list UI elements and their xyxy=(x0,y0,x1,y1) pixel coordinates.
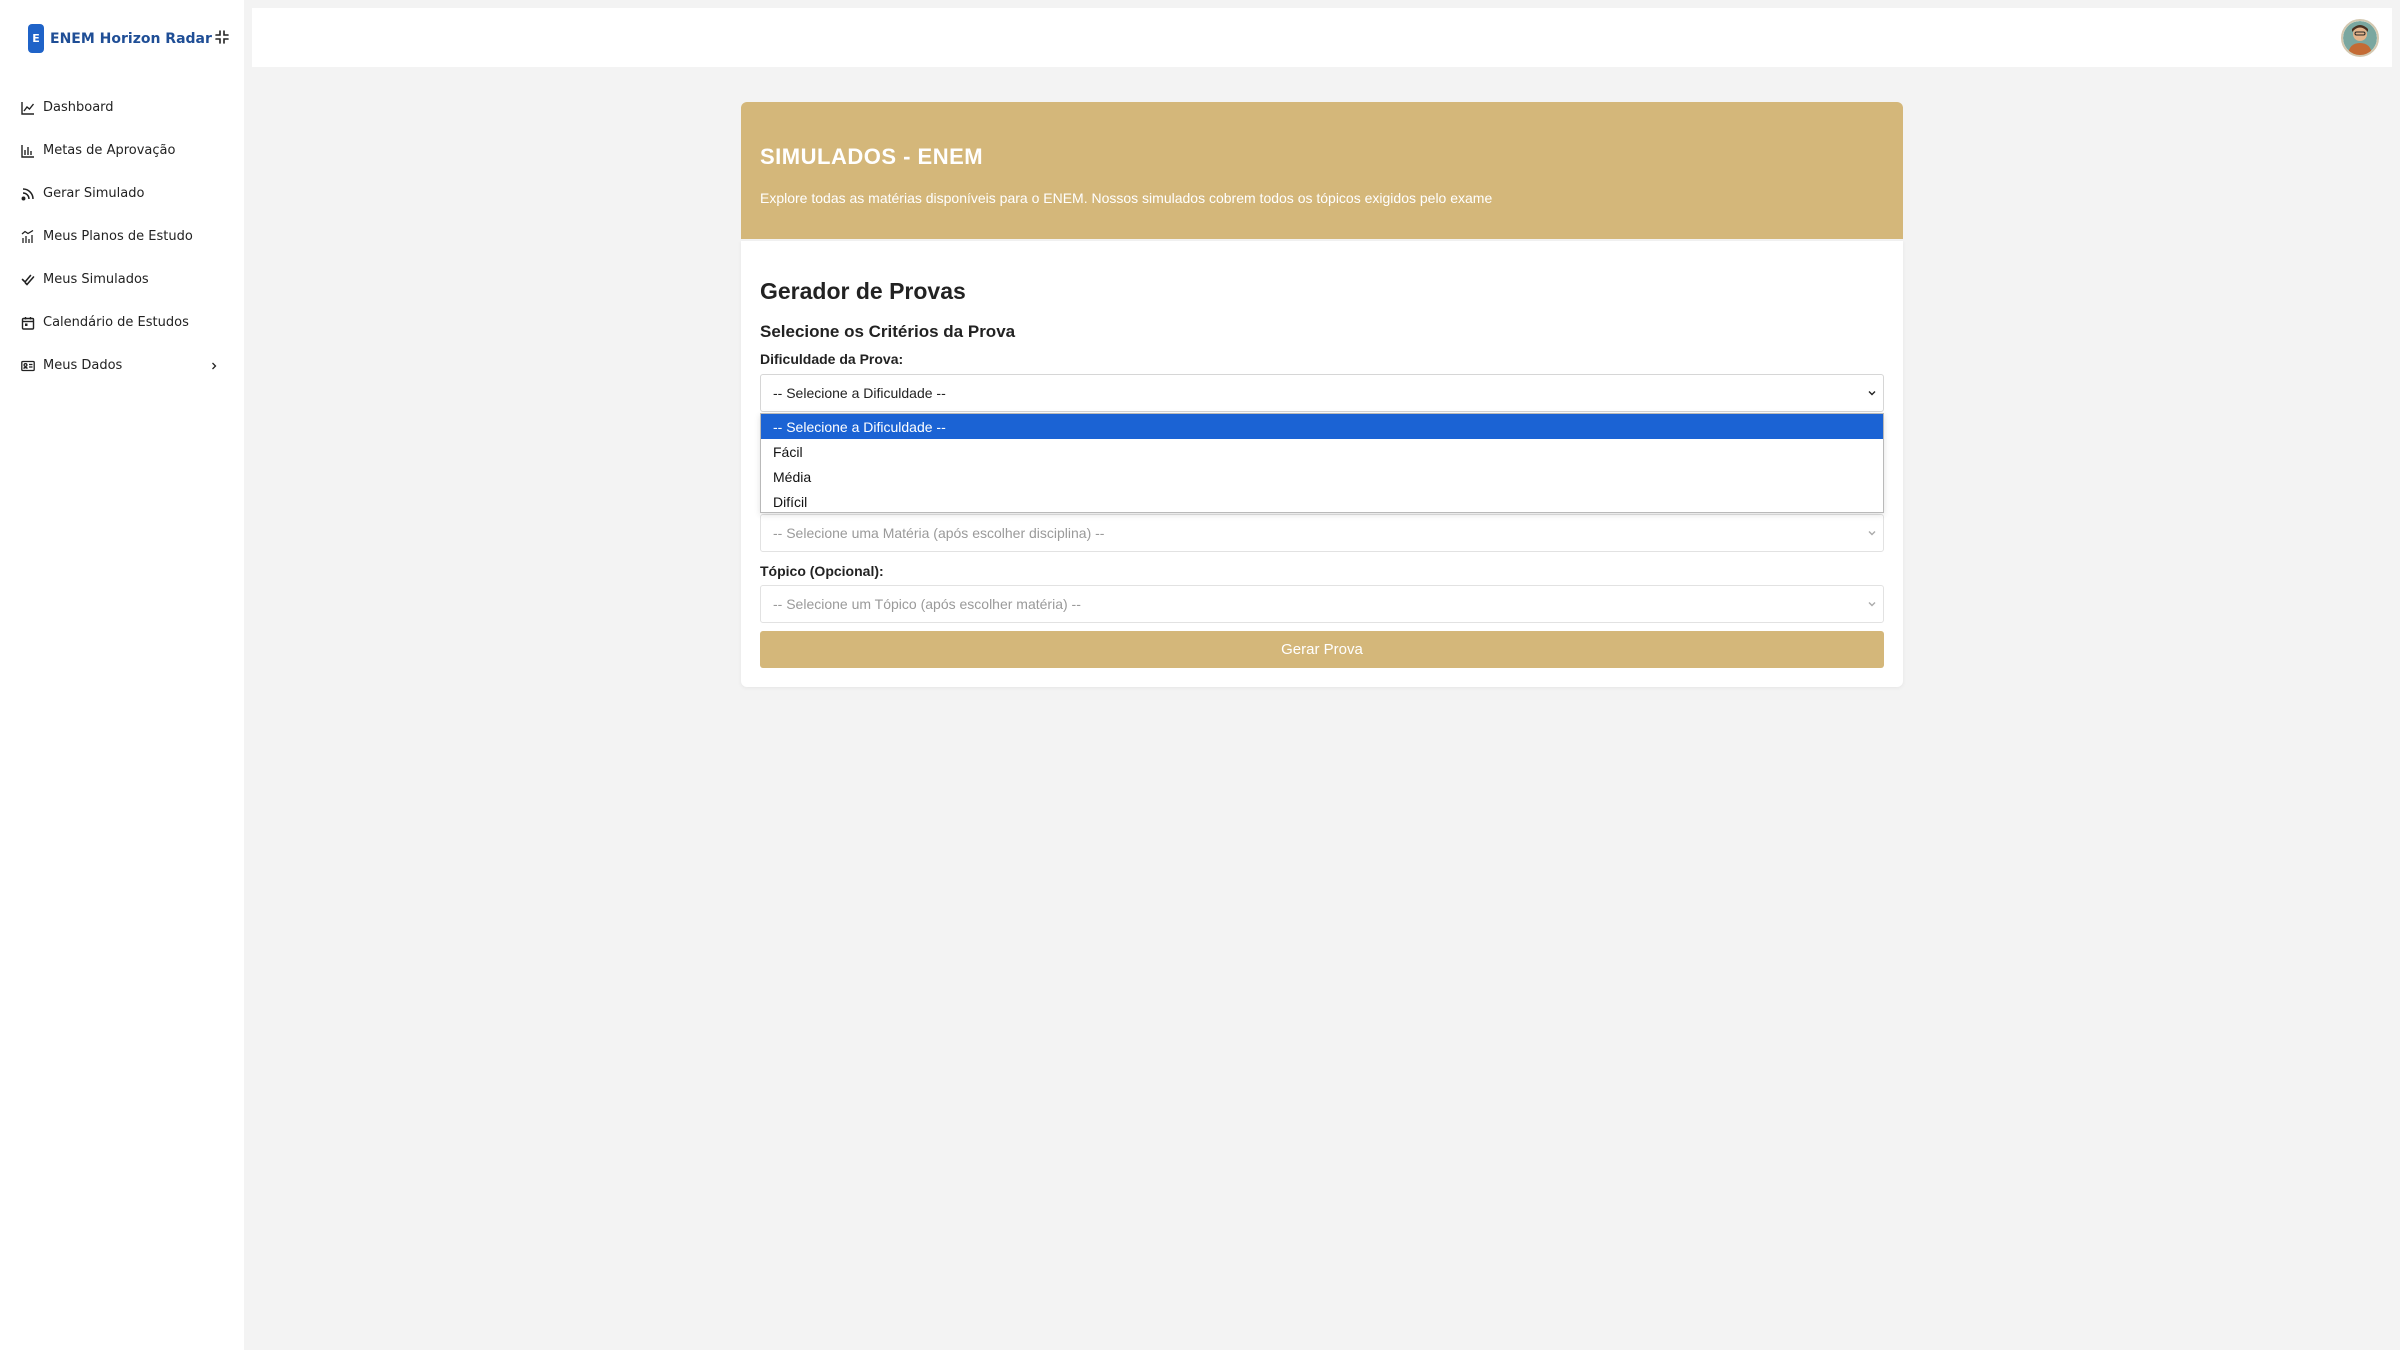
sidebar-item-label: Calendário de Estudos xyxy=(43,315,189,330)
hero-title: SIMULADOS - ENEM xyxy=(760,144,984,169)
sidebar-item-calendario-de-estudos[interactable]: Calendário de Estudos xyxy=(0,301,244,344)
chevron-down-icon xyxy=(1867,515,1877,551)
criteria-heading: Selecione os Critérios da Prova xyxy=(760,322,1016,341)
sidebar-item-label: Gerar Simulado xyxy=(43,186,145,201)
difficulty-option[interactable]: -- Selecione a Dificuldade -- xyxy=(761,414,1883,439)
chevron-down-icon xyxy=(1867,586,1877,622)
sidebar-item-metas-de-aprovacao[interactable]: Metas de Aprovação xyxy=(0,129,244,172)
sidebar-nav: Dashboard Metas de Aprovação Gerar Simul… xyxy=(0,86,244,387)
calendar-icon xyxy=(21,316,35,330)
chevron-down-icon xyxy=(1867,375,1877,411)
sidebar-item-label: Meus Dados xyxy=(43,358,123,373)
topic-select-value: -- Selecione um Tópico (após escolher ma… xyxy=(773,596,1081,612)
difficulty-select[interactable]: -- Selecione a Dificuldade -- xyxy=(760,374,1884,412)
bar-chart-icon xyxy=(21,144,35,158)
id-card-icon xyxy=(21,359,35,373)
collapse-sidebar-button[interactable] xyxy=(212,26,232,48)
topic-select: -- Selecione um Tópico (após escolher ma… xyxy=(760,585,1884,623)
topic-label: Tópico (Opcional): xyxy=(760,563,884,579)
difficulty-select-value: -- Selecione a Dificuldade -- xyxy=(773,385,946,401)
chart-mixed-icon xyxy=(21,229,35,244)
double-check-icon xyxy=(21,273,35,287)
brand-logo[interactable]: E ENEM Horizon Radar xyxy=(28,24,212,53)
generate-exam-button[interactable]: Gerar Prova xyxy=(760,631,1884,668)
sidebar-item-meus-dados[interactable]: Meus Dados xyxy=(0,344,244,387)
difficulty-option[interactable]: Difícil xyxy=(761,489,1883,514)
sidebar-item-label: Metas de Aprovação xyxy=(43,143,176,158)
difficulty-dropdown-list: -- Selecione a Dificuldade -- Fácil Médi… xyxy=(760,413,1884,513)
difficulty-option[interactable]: Fácil xyxy=(761,439,1883,464)
sidebar-item-label: Meus Planos de Estudo xyxy=(43,229,193,244)
rss-icon xyxy=(21,187,35,201)
difficulty-label: Dificuldade da Prova: xyxy=(760,351,904,367)
brand-name: ENEM Horizon Radar xyxy=(50,30,212,47)
brand-badge: E xyxy=(28,24,44,53)
sidebar-item-label: Dashboard xyxy=(43,100,114,115)
hero-banner: SIMULADOS - ENEM Explore todas as matéri… xyxy=(741,102,1903,239)
sidebar: E ENEM Horizon Radar Dashboard Metas de … xyxy=(0,0,244,1350)
card-title: Gerador de Provas xyxy=(760,278,966,304)
topbar xyxy=(252,8,2392,67)
sidebar-item-dashboard[interactable]: Dashboard xyxy=(0,86,244,129)
collapse-arrows-icon xyxy=(215,30,229,44)
subject-select-value: -- Selecione uma Matéria (após escolher … xyxy=(773,525,1105,541)
sidebar-item-meus-simulados[interactable]: Meus Simulados xyxy=(0,258,244,301)
sidebar-item-gerar-simulado[interactable]: Gerar Simulado xyxy=(0,172,244,215)
avatar-image xyxy=(2343,21,2377,55)
hero-subtitle: Explore todas as matérias disponíveis pa… xyxy=(760,190,1493,206)
sidebar-item-meus-planos-de-estudo[interactable]: Meus Planos de Estudo xyxy=(0,215,244,258)
difficulty-option[interactable]: Média xyxy=(761,464,1883,489)
chevron-right-icon xyxy=(210,344,218,387)
chart-line-icon xyxy=(21,101,35,115)
user-avatar[interactable] xyxy=(2341,19,2379,57)
subject-select: -- Selecione uma Matéria (após escolher … xyxy=(760,514,1884,552)
sidebar-item-label: Meus Simulados xyxy=(43,272,149,287)
